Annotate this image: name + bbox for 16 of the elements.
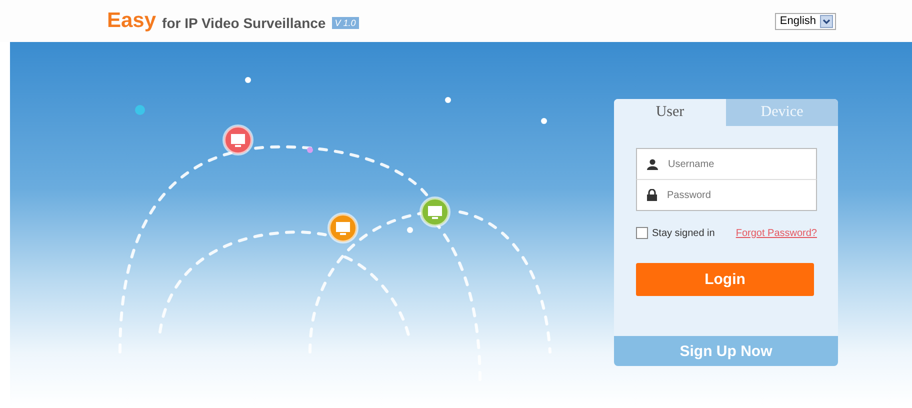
login-tab[interactable]: Device bbox=[726, 99, 838, 126]
login-button[interactable]: Login bbox=[636, 263, 814, 296]
brand-name: Easy bbox=[107, 9, 156, 33]
sign-up-button[interactable]: Sign Up Now bbox=[614, 336, 838, 366]
language-dropdown[interactable]: English bbox=[774, 12, 836, 30]
password-field[interactable]: Password bbox=[667, 181, 816, 209]
username-box[interactable]: Username bbox=[636, 148, 817, 179]
password-box[interactable]: Password bbox=[636, 179, 817, 211]
tagline: for IP Video Surveillance bbox=[162, 14, 326, 30]
user-icon bbox=[647, 158, 658, 170]
stay-signed-in-checkbox[interactable]: Stay signed in bbox=[636, 227, 715, 239]
version-badge: V 1.0 bbox=[332, 16, 359, 28]
lock-icon bbox=[647, 189, 657, 201]
username-field[interactable]: Username bbox=[668, 150, 816, 178]
caret-icon bbox=[820, 14, 833, 28]
forgot-password-link[interactable]: Forgot Password? bbox=[736, 228, 817, 238]
